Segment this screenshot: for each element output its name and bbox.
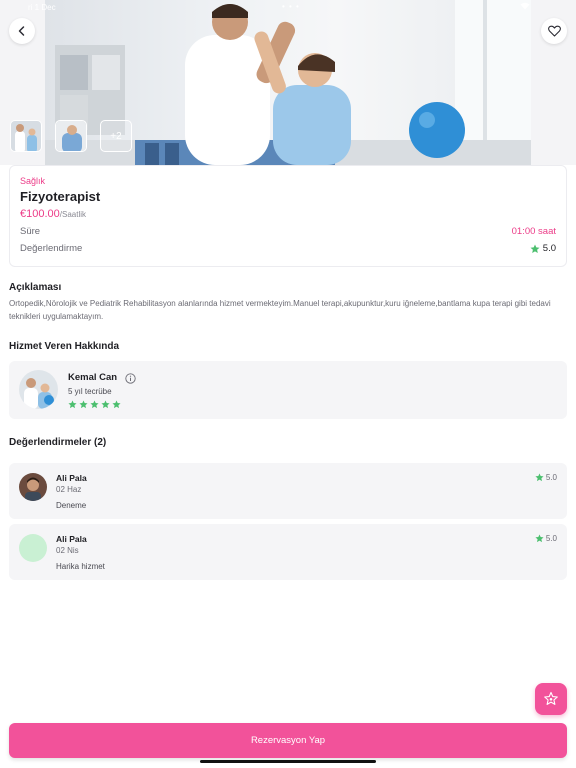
service-title: Fizyoterapist: [20, 189, 101, 204]
review-item: Ali Pala 02 Nis Harika hizmet 5.0: [9, 524, 567, 580]
rating-label: Değerlendirme: [20, 243, 83, 254]
reviews-heading: Değerlendirmeler (2): [9, 437, 107, 448]
review-rating-value: 5.0: [545, 534, 557, 543]
floating-action-button[interactable]: [535, 683, 567, 715]
review-rating-value: 5.0: [545, 473, 557, 482]
review-date: 02 Nis: [56, 546, 79, 555]
heart-icon: [547, 25, 561, 37]
review-text: Deneme: [56, 501, 87, 510]
price-unit: /Saatlik: [59, 210, 86, 219]
service-price: €100.00/Saatlik: [20, 208, 86, 220]
price-value: €100.00: [20, 208, 60, 220]
review-text: Harika hizmet: [56, 562, 105, 571]
gallery-thumbnail-selected[interactable]: [55, 120, 87, 152]
description-text: Ortopedik,Nörolojik ve Pediatrik Rehabil…: [9, 299, 551, 321]
thumbnail-image: [56, 121, 86, 151]
description-heading: Açıklaması: [9, 282, 62, 293]
review-rating: 5.0: [535, 534, 557, 543]
star-icon: [535, 473, 544, 482]
provider-avatar: [19, 370, 58, 409]
more-photos-button[interactable]: +2: [100, 120, 132, 152]
status-bar: ri 1 Dec • • •: [0, 0, 576, 14]
wifi-icon: [520, 2, 530, 12]
favorite-button[interactable]: [541, 18, 567, 44]
reviewer-name: Ali Pala: [56, 534, 87, 544]
status-time: ri 1 Dec: [28, 3, 56, 12]
rating-value: 5.0: [542, 243, 556, 254]
service-card: Sağlık Fizyoterapist €100.00/Saatlik Sür…: [9, 165, 567, 267]
provider-experience: 5 yıl tecrübe: [68, 387, 112, 396]
star-icon: [112, 400, 121, 409]
home-indicator: [200, 760, 376, 763]
sparkle-star-icon: [544, 691, 558, 705]
info-icon[interactable]: [125, 371, 136, 389]
star-icon: [101, 400, 110, 409]
duration-label: Süre: [20, 226, 41, 237]
service-category: Sağlık: [20, 176, 46, 186]
star-icon: [68, 400, 77, 409]
star-icon: [530, 244, 540, 253]
provider-stars: [68, 400, 121, 409]
provider-name: Kemal Can: [68, 372, 118, 383]
provider-heading: Hizmet Veren Hakkında: [9, 341, 120, 352]
reviewer-avatar: [19, 473, 47, 501]
review-rating: 5.0: [535, 473, 557, 482]
service-rating: 5.0: [530, 243, 556, 254]
star-icon: [79, 400, 88, 409]
provider-card[interactable]: Kemal Can 5 yıl tecrübe: [9, 361, 567, 419]
back-button[interactable]: [9, 18, 35, 44]
hero-gallery: ri 1 Dec • • • +2: [0, 0, 576, 165]
duration-value: 01:00 saat: [511, 226, 556, 237]
gallery-thumbnail[interactable]: [10, 120, 42, 152]
chevron-left-icon: [18, 26, 25, 36]
star-icon: [90, 400, 99, 409]
reviewer-name: Ali Pala: [56, 473, 87, 483]
star-icon: [535, 534, 544, 543]
thumbnail-image: [11, 121, 41, 151]
review-item: Ali Pala 02 Haz Deneme 5.0: [9, 463, 567, 519]
book-button[interactable]: Rezervasyon Yap: [9, 723, 567, 758]
review-date: 02 Haz: [56, 485, 82, 494]
reviewer-avatar: [19, 534, 47, 562]
status-dots: • • •: [282, 2, 300, 11]
